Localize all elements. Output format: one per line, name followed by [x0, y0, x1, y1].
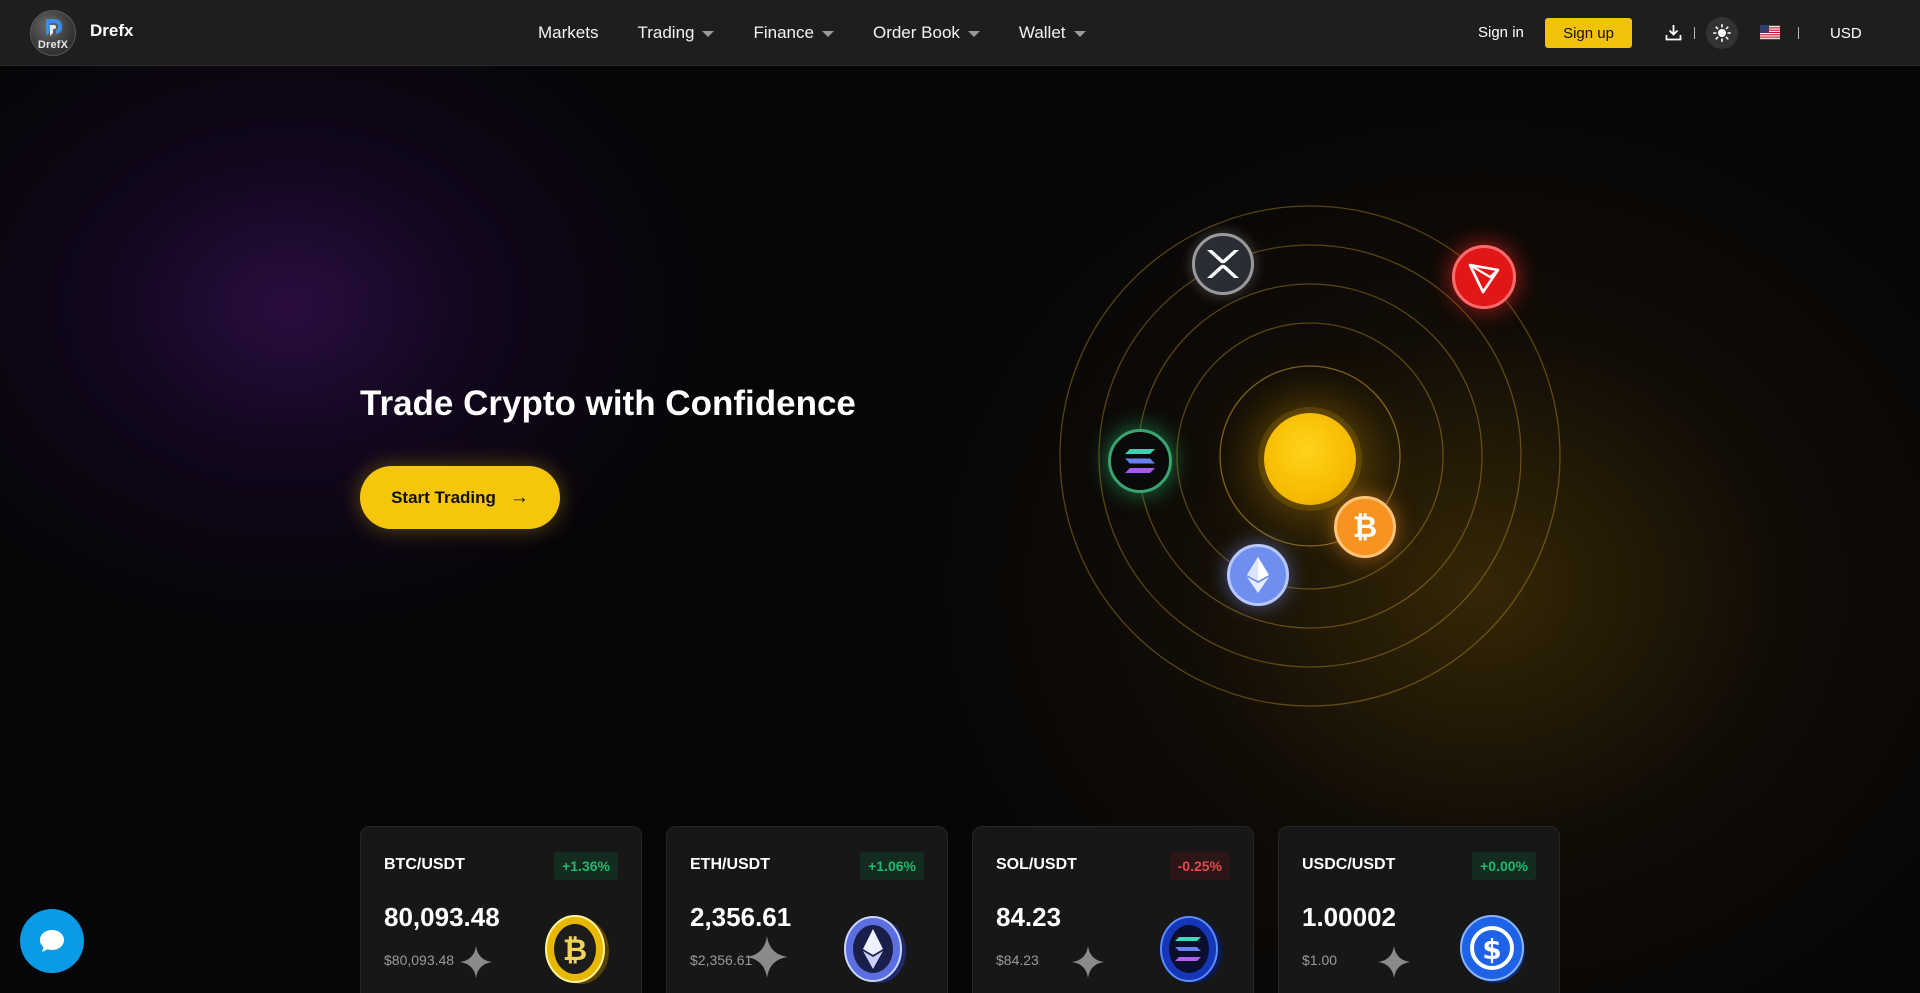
nav-item-label: Order Book [872, 23, 960, 42]
ticker-pair: SOL/USDT [996, 856, 1077, 873]
ticker-price: 84.23 [996, 902, 1062, 932]
nav-item-order-book[interactable]: Order Book [873, 23, 980, 43]
caret-down-icon [702, 31, 715, 37]
start-trading-label: Start Trading [391, 487, 496, 507]
caret-down-icon [821, 31, 834, 37]
ticker-card-sol[interactable]: SOL/USDT -0.25% 84.23 $84.23 [972, 826, 1254, 993]
caret-down-icon [1073, 31, 1086, 37]
ethereum-3d-icon [844, 916, 906, 983]
nav-item-label: Finance [753, 23, 814, 42]
brand-name[interactable]: Drefx [90, 21, 133, 41]
ticker-change-badge: +1.36% [554, 852, 618, 880]
solana-coin-icon [1108, 429, 1172, 493]
logo-text: DrefX [37, 39, 69, 51]
nav-item-label: Trading [637, 23, 695, 42]
sign-in-link[interactable]: Sign in [1478, 24, 1524, 41]
ticker-change-badge: +0.00% [1472, 852, 1536, 880]
ticker-pair: ETH/USDT [690, 856, 770, 873]
sparkle-icon [746, 936, 788, 978]
divider [1798, 27, 1799, 39]
ticker-change-badge: +1.06% [860, 852, 924, 880]
bitcoin-coin-icon: ₿ [1334, 496, 1396, 558]
caret-down-icon [967, 31, 980, 37]
hero-background [0, 66, 1920, 993]
sun-icon [1713, 24, 1731, 42]
chat-support-button[interactable] [20, 909, 84, 973]
ticker-fiat-price: $80,093.48 [384, 952, 455, 968]
nav-item-trading[interactable]: Trading [637, 23, 715, 43]
ethereum-coin-icon [1227, 544, 1289, 606]
ticker-card-eth[interactable]: ETH/USDT +1.06% 2,356.61 $2,356.61 [666, 826, 948, 993]
us-flag-icon[interactable] [1760, 25, 1780, 40]
hero-title: Trade Crypto with Confidence [360, 384, 856, 423]
chat-bubble-icon [40, 930, 64, 952]
usdc-3d-icon: $ [1460, 915, 1525, 983]
brand[interactable]: DrefX Drefx [30, 10, 133, 56]
bitcoin-3d-icon: ₿ [545, 915, 609, 984]
drefx-logo[interactable]: DrefX [30, 10, 76, 56]
nav-item-label: Wallet [1018, 23, 1066, 42]
ticker-price: 2,356.61 [690, 902, 792, 932]
ticker-fiat-price: $2,356.61 [690, 952, 753, 968]
logo-mark-icon [46, 19, 62, 36]
ticker-change-badge: -0.25% [1169, 852, 1230, 880]
ticker-price: 80,093.48 [384, 902, 500, 932]
sign-up-button[interactable]: Sign up [1545, 18, 1632, 48]
xrp-coin-icon [1192, 233, 1254, 295]
svg-text:₿: ₿ [563, 933, 587, 968]
ticker-card-btc[interactable]: BTC/USDT +1.36% 80,093.48 $80,093.48 ₿ [360, 826, 642, 993]
ticker-pair: BTC/USDT [384, 856, 465, 873]
tron-coin-icon [1452, 245, 1516, 309]
theme-toggle-button[interactable] [1706, 17, 1738, 49]
nav-item-label: Markets [538, 23, 599, 42]
start-trading-button[interactable]: Start Trading → [360, 466, 560, 529]
ticker-price: 1.00002 [1302, 902, 1396, 932]
svg-text:$: $ [1482, 933, 1501, 966]
svg-text:₿: ₿ [1353, 510, 1377, 545]
sparkle-icon [1072, 946, 1104, 978]
sun-core-icon [1264, 413, 1356, 505]
ticker-fiat-price: $1.00 [1302, 952, 1338, 968]
main-menu: Markets Trading Finance Order Book Walle… [538, 0, 1125, 66]
nav-item-finance[interactable]: Finance [753, 23, 834, 43]
ticker-pair: USDC/USDT [1302, 856, 1396, 873]
nav-item-wallet[interactable]: Wallet [1019, 23, 1086, 43]
ticker-fiat-price: $84.23 [996, 952, 1039, 968]
top-navbar: DrefX Drefx Markets Trading Finance Orde… [0, 0, 1920, 66]
nav-item-markets[interactable]: Markets [538, 23, 598, 43]
currency-selector[interactable]: USD [1830, 25, 1862, 42]
sparkle-icon [460, 946, 492, 978]
download-icon[interactable] [1665, 24, 1682, 41]
divider [1694, 27, 1695, 39]
arrow-right-icon: → [509, 486, 529, 508]
ticker-card-usdc[interactable]: USDC/USDT +0.00% 1.00002 $1.00 $ [1278, 826, 1560, 993]
solana-3d-icon [1160, 916, 1222, 983]
sparkle-icon [1378, 946, 1410, 978]
